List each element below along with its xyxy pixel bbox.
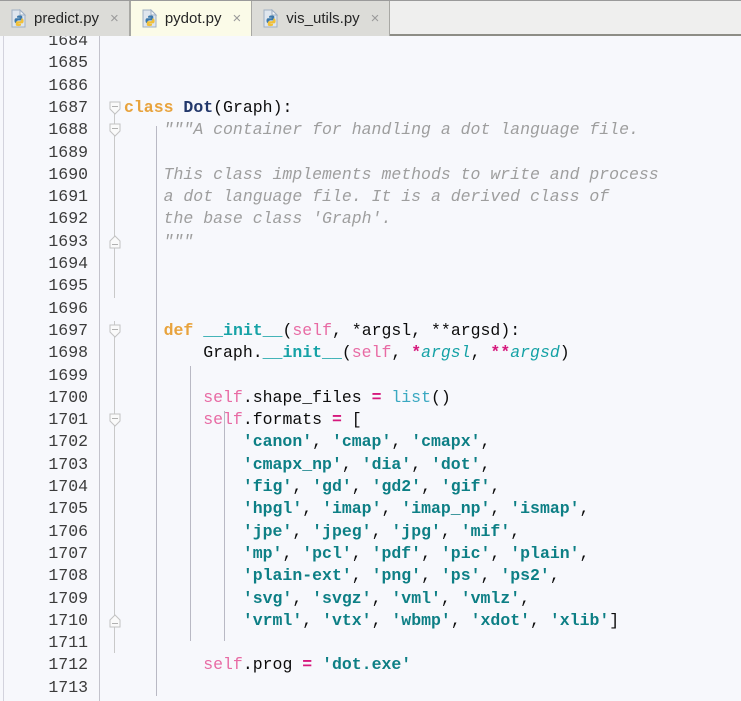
tab-label: vis_utils.py (286, 10, 360, 27)
line-number: 1712 (48, 655, 88, 675)
line-content[interactable]: 'canon', 'cmap', 'cmapx', (124, 431, 491, 453)
line-content[interactable]: 'hpgl', 'imap', 'imap_np', 'ismap', (124, 498, 590, 520)
code-line[interactable]: 1702 'canon', 'cmap', 'cmapx', (0, 431, 741, 453)
fold-toggle-icon[interactable] (108, 412, 122, 434)
line-number: 1692 (48, 209, 88, 229)
tab-close-icon[interactable]: × (369, 11, 382, 26)
line-number: 1709 (48, 588, 88, 608)
line-number: 1688 (48, 120, 88, 140)
line-number: 1713 (48, 677, 88, 697)
line-number: 1686 (48, 75, 88, 95)
line-number: 1694 (48, 254, 88, 273)
line-number: 1705 (48, 499, 88, 519)
line-content[interactable]: 'plain-ext', 'png', 'ps', 'ps2', (124, 565, 560, 587)
line-content[interactable]: def __init__(self, *argsl, **argsd): (124, 320, 521, 342)
code-line[interactable]: 1690 This class implements methods to wr… (0, 164, 741, 186)
line-content[interactable]: 'jpe', 'jpeg', 'jpg', 'mif', (124, 521, 520, 543)
code-line[interactable]: 1692 the base class 'Graph'. (0, 208, 741, 230)
line-number: 1704 (48, 477, 88, 496)
code-line[interactable]: 1713 (0, 677, 741, 699)
code-line[interactable]: 1707 'mp', 'pcl', 'pdf', 'pic', 'plain', (0, 543, 741, 565)
code-line[interactable]: 1691 a dot language file. It is a derive… (0, 186, 741, 208)
line-content[interactable]: a dot language file. It is a derived cla… (124, 186, 610, 208)
line-number: 1702 (48, 432, 88, 452)
line-content[interactable]: 'fig', 'gd', 'gd2', 'gif', (124, 476, 501, 498)
code-line[interactable]: 1689 (0, 142, 741, 164)
line-content[interactable]: """ (124, 231, 194, 253)
line-number: 1685 (48, 53, 88, 73)
tab-close-icon[interactable]: × (231, 11, 244, 26)
fold-toggle-icon[interactable] (108, 122, 122, 144)
code-line[interactable]: 1694 (0, 253, 741, 275)
line-content[interactable]: Graph.__init__(self, *argsl, **argsd) (124, 342, 569, 364)
line-number: 1689 (48, 142, 88, 162)
code-line[interactable]: 1695 (0, 275, 741, 297)
line-content[interactable]: self.prog = 'dot.exe' (124, 654, 411, 676)
fold-toggle-icon[interactable] (108, 234, 122, 256)
line-number: 1696 (48, 298, 88, 318)
line-number: 1695 (48, 276, 88, 296)
line-number: 1703 (48, 454, 88, 474)
fold-toggle-icon[interactable] (108, 100, 122, 122)
code-line[interactable]: 1696 (0, 298, 741, 320)
tab-label: predict.py (34, 10, 100, 27)
line-number: 1706 (48, 521, 88, 541)
code-line[interactable]: 1704 'fig', 'gd', 'gd2', 'gif', (0, 476, 741, 498)
code-editor-area[interactable]: 1684 1685 1686 1687 class Dot(Graph): 1688 ""… (0, 36, 741, 701)
code-line[interactable]: 1708 'plain-ext', 'png', 'ps', 'ps2', (0, 565, 741, 587)
code-line[interactable]: 1685 (0, 52, 741, 74)
line-number: 1707 (48, 543, 88, 563)
line-content[interactable]: """A container for handling a dot langua… (124, 119, 639, 141)
code-line[interactable]: 1684 (0, 36, 741, 52)
code-editor-window: predict.py × pydot.py × vis_utils.py × 1… (0, 0, 741, 701)
line-number: 1690 (48, 164, 88, 184)
code-line[interactable]: 1700 self.shape_files = list() (0, 387, 741, 409)
line-content[interactable]: This class implements methods to write a… (124, 164, 659, 186)
code-line[interactable]: 1711 (0, 632, 741, 654)
line-number: 1684 (48, 36, 88, 50)
line-number: 1691 (48, 187, 88, 207)
tab-label: pydot.py (164, 9, 222, 27)
line-number: 1699 (48, 365, 88, 385)
line-number: 1697 (48, 320, 88, 340)
line-number: 1701 (48, 410, 88, 430)
line-number: 1711 (48, 633, 88, 653)
line-content[interactable]: 'mp', 'pcl', 'pdf', 'pic', 'plain', (124, 543, 590, 565)
line-content[interactable]: 'svg', 'svgz', 'vml', 'vmlz', (124, 588, 530, 610)
code-line[interactable]: 1699 (0, 365, 741, 387)
line-content[interactable]: 'cmapx_np', 'dia', 'dot', (124, 454, 491, 476)
code-line[interactable]: 1709 'svg', 'svgz', 'vml', 'vmlz', (0, 588, 741, 610)
line-content[interactable]: the base class 'Graph'. (124, 208, 392, 230)
python-file-icon (142, 8, 158, 27)
tab-predict-py[interactable]: predict.py × (0, 1, 130, 36)
line-content[interactable]: 'vrml', 'vtx', 'wbmp', 'xdot', 'xlib'] (124, 610, 619, 632)
line-number: 1708 (48, 566, 88, 586)
editor-tab-bar: predict.py × pydot.py × vis_utils.py × (0, 0, 741, 36)
python-file-icon (263, 9, 279, 28)
line-number: 1700 (48, 387, 88, 407)
line-number: 1693 (48, 231, 88, 251)
tab-close-icon[interactable]: × (108, 11, 121, 26)
line-number: 1710 (48, 610, 88, 630)
code-line[interactable]: 1698 Graph.__init__(self, *argsl, **args… (0, 342, 741, 364)
code-line[interactable]: 1712 self.prog = 'dot.exe' (0, 654, 741, 676)
code-line[interactable]: 1706 'jpe', 'jpeg', 'jpg', 'mif', (0, 521, 741, 543)
fold-toggle-icon[interactable] (108, 323, 122, 345)
tab-pydot-py[interactable]: pydot.py × (129, 1, 253, 36)
line-number: 1698 (48, 343, 88, 363)
line-content[interactable]: self.formats = [ (124, 409, 361, 431)
code-line[interactable]: 1705 'hpgl', 'imap', 'imap_np', 'ismap', (0, 498, 741, 520)
line-content[interactable]: class Dot(Graph): (124, 97, 292, 119)
python-file-icon (11, 9, 27, 28)
tab-vis-utils-py[interactable]: vis_utils.py × (252, 1, 391, 36)
line-content[interactable]: self.shape_files = list() (124, 387, 451, 409)
line-number: 1687 (48, 97, 88, 117)
code-line[interactable]: 1703 'cmapx_np', 'dia', 'dot', (0, 454, 741, 476)
fold-toggle-icon[interactable] (108, 613, 122, 635)
code-line[interactable]: 1686 (0, 75, 741, 97)
